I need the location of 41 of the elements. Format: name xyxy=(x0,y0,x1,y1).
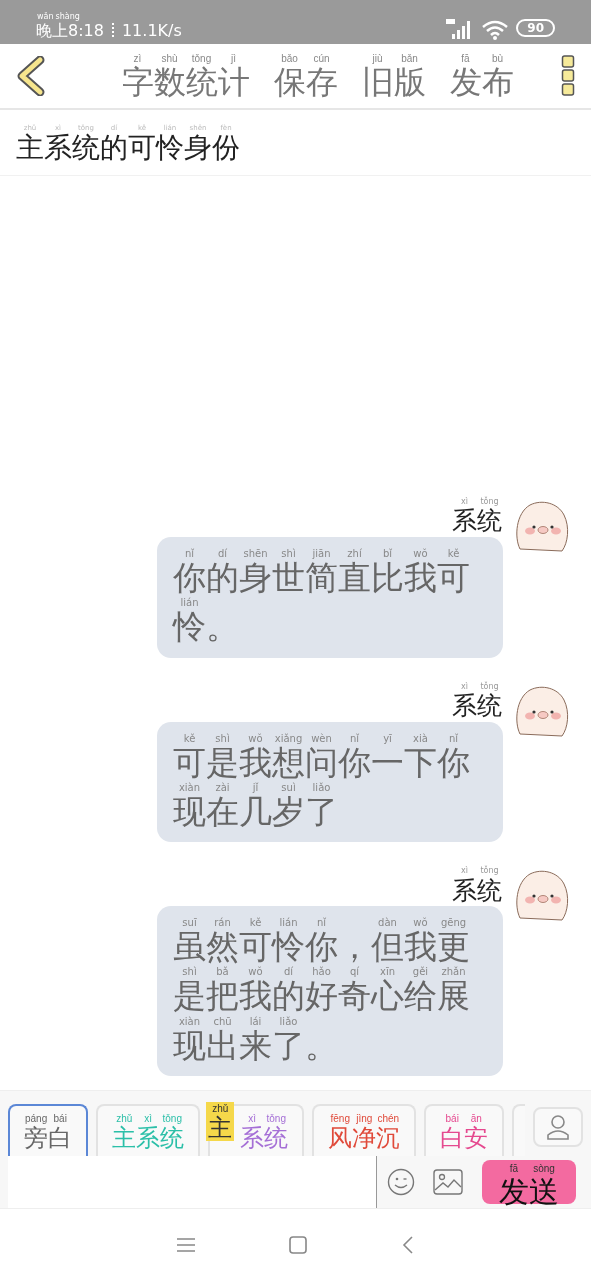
pinyin-annotation: lián xyxy=(179,596,200,610)
pinyin-annotation: xì tǒng xyxy=(460,496,500,508)
role-tag: zhǔ 主 xyxy=(206,1102,235,1142)
user-icon[interactable] xyxy=(533,1107,583,1147)
role-chip[interactable]: páng bái 旁白 xyxy=(8,1104,89,1156)
pinyin-annotation: xiàn chū lái liǎo xyxy=(177,1014,299,1028)
pinyin-annotation: kě shì wǒ xiǎng wèn nǐ yī xià nǐ xyxy=(182,731,460,744)
message-text: 现出来了。 xyxy=(173,1027,339,1064)
pinyin-annotation: xì tǒng xyxy=(460,866,500,877)
role-chip[interactable]: bái ān 白安 xyxy=(424,1104,505,1156)
pinyin-annotation: xiàn zài jǐ suì liǎo xyxy=(177,780,332,794)
menu-icon[interactable] xyxy=(177,1237,196,1252)
toolbar-button[interactable]: zì shù tǒng jì 字数统计 xyxy=(121,51,250,101)
pinyin-annotation: shì bǎ wǒ dí hǎo qí xīn gěi zhǎn xyxy=(181,965,467,979)
toolbar-button[interactable]: fā bù 发布 xyxy=(449,51,514,101)
message-text: 你的身世简直比我可 xyxy=(173,559,471,597)
message-text: 是把我的好奇心给展 xyxy=(173,978,471,1015)
pinyin-annotation: wǎn shàng xyxy=(36,12,81,22)
message-text: 虽然可怜你，但我更 xyxy=(173,929,471,966)
sender-name: 系统 xyxy=(452,876,502,904)
message-input[interactable] xyxy=(8,1156,377,1208)
sender-name: 系统 xyxy=(452,507,502,535)
message-text: 怜。 xyxy=(173,609,240,646)
send-button[interactable]: fā sòng 发送 xyxy=(482,1160,576,1204)
pinyin-annotation: xì tǒng xyxy=(460,681,500,692)
message-text: 可是我想问你一下你 xyxy=(173,744,471,781)
document-title: 主系统的可怜身份 xyxy=(16,133,241,164)
home-icon[interactable] xyxy=(289,1235,308,1254)
toolbar-button[interactable]: bǎo cún 保存 xyxy=(273,51,338,101)
pinyin-annotation: suī rán kě lián nǐ dàn wǒ gēng xyxy=(181,916,468,930)
sender-name: 系统 xyxy=(452,691,502,720)
pinyin-annotation: nǐ dí shēn shì jiān zhí bǐ wǒ kě xyxy=(183,546,461,560)
back-icon[interactable] xyxy=(401,1235,414,1254)
message-text: 现在几岁了 xyxy=(173,793,339,831)
role-chip[interactable]: fēng jìng chén 风净沉 xyxy=(312,1104,417,1156)
toolbar-button[interactable]: jiù bǎn 旧版 xyxy=(361,51,426,101)
battery-level: 90 xyxy=(516,19,555,37)
network-speed: 11.1K/s xyxy=(121,21,182,40)
status-time: 晚上8:18 xyxy=(36,22,104,40)
wifi-icon xyxy=(482,20,509,40)
role-chip[interactable]: zhǔ xì tǒng 主系统 xyxy=(96,1104,201,1156)
